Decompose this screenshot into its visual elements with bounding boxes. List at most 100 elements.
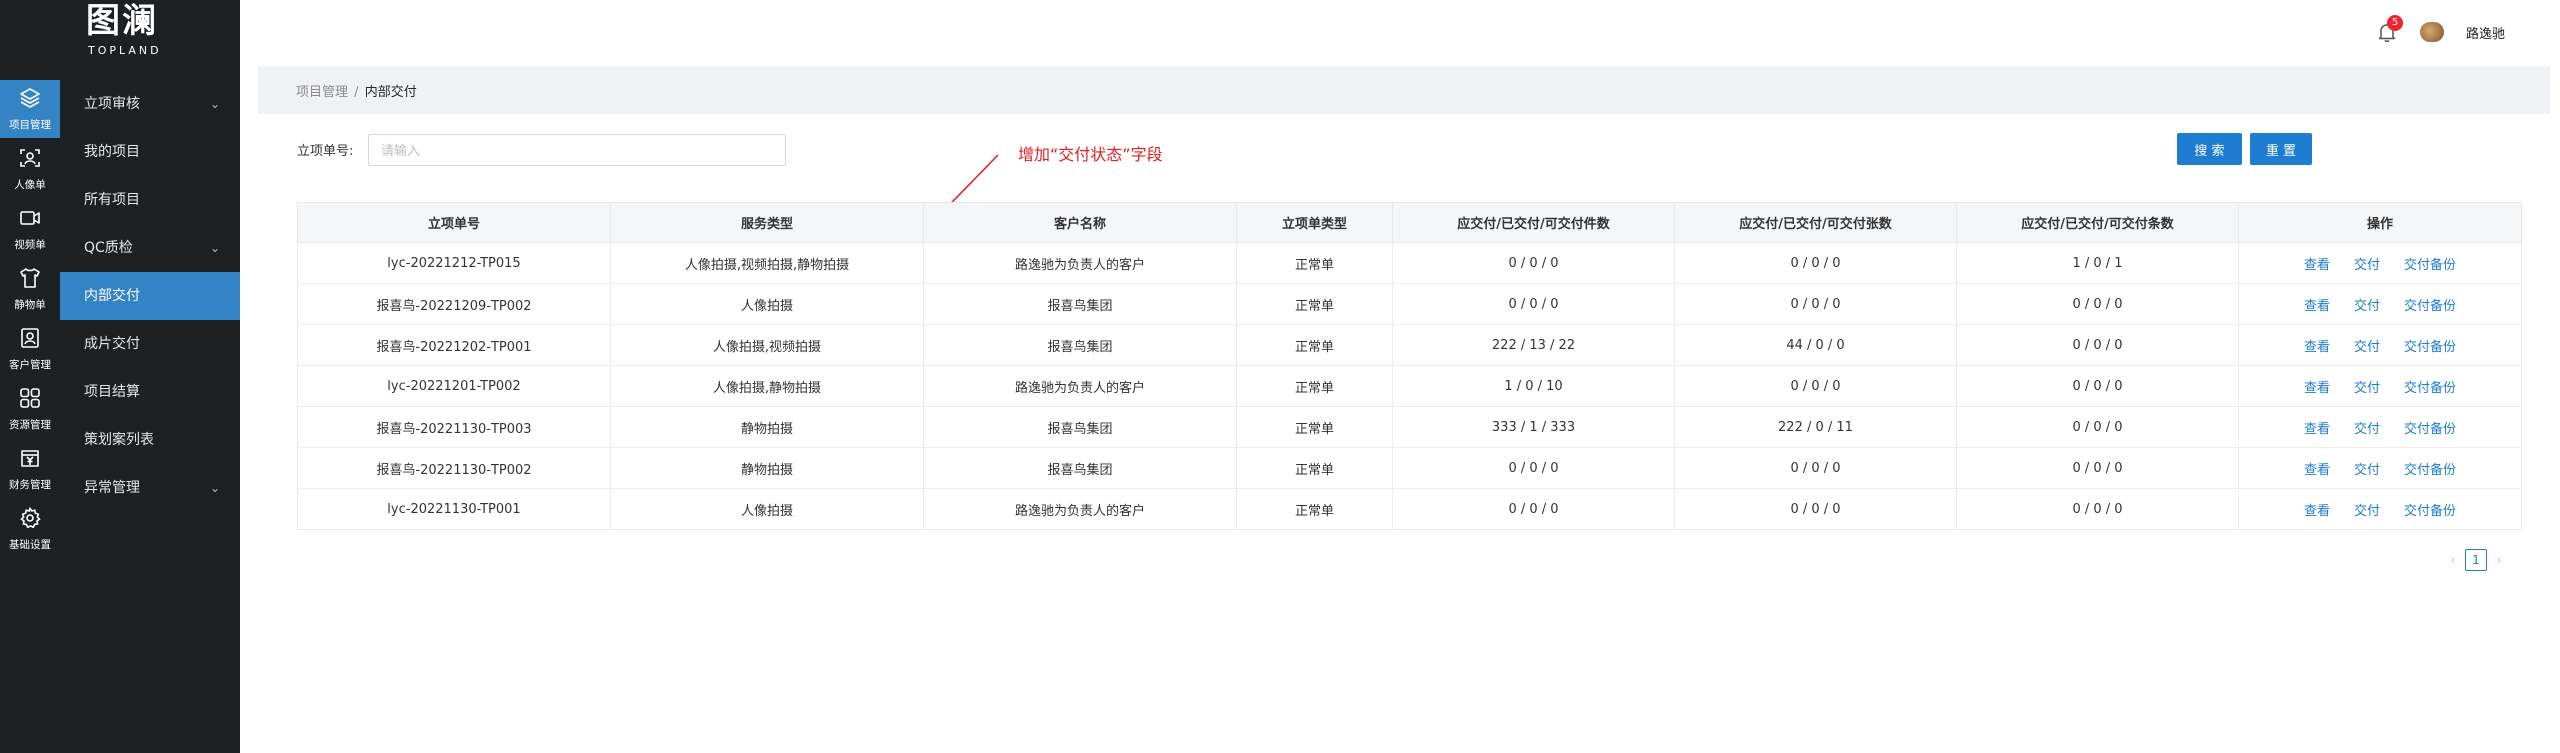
table-cell: 报喜鸟集团	[923, 447, 1237, 489]
delivery-backup-link[interactable]: 交付备份	[2404, 463, 2456, 478]
column-header: 客户名称	[923, 202, 1237, 243]
deliver-link[interactable]: 交付	[2354, 381, 2380, 396]
face-scan-icon	[18, 146, 42, 174]
column-header: 应交付/已交付/可交付张数	[1674, 202, 1957, 243]
menu-item-settlement[interactable]: 项目结算	[60, 368, 240, 416]
menu-item-plans[interactable]: 策划案列表	[60, 416, 240, 464]
menu-item-all-projects[interactable]: 所有项目	[60, 176, 240, 224]
table-cell: 路逸驰为负责人的客户	[923, 242, 1237, 284]
column-header: 立项单类型	[1236, 202, 1393, 243]
table-row: 报喜鸟-20221130-TP002 静物拍摄 报喜鸟集团 正常单 0 / 0 / 00…	[297, 447, 2522, 489]
menu-item-approval[interactable]: 立项审核 ⌄	[60, 80, 240, 128]
rail-item-customer[interactable]: 客户管理	[0, 320, 60, 378]
project-number-input[interactable]	[368, 134, 786, 166]
table-cell: 0 / 0 / 0	[1956, 406, 2239, 448]
deliver-link[interactable]: 交付	[2354, 504, 2380, 519]
table-cell: 报喜鸟集团	[923, 324, 1237, 366]
app-root: 项目管理 人像单 视频单 静物单 客户管理 资源管理 财务管理 基础设置 立项审…	[0, 0, 2560, 753]
chevron-down-icon: ⌄	[209, 97, 220, 111]
view-link[interactable]: 查看	[2304, 381, 2330, 396]
table-cell: 0 / 0 / 0	[1956, 488, 2239, 530]
menu-item-label: 立项审核	[84, 96, 140, 112]
view-link[interactable]: 查看	[2304, 504, 2330, 519]
breadcrumb-separator: /	[354, 85, 359, 100]
table-header-row: 立项单号 服务类型 客户名称 立项单类型 应交付/已交付/可交付件数 应交付/已…	[297, 202, 2522, 243]
rail-item-label: 视频单	[14, 239, 46, 251]
rail-item-resource[interactable]: 资源管理	[0, 380, 60, 438]
menu-item-my-projects[interactable]: 我的项目	[60, 128, 240, 176]
deliver-link[interactable]: 交付	[2354, 422, 2380, 437]
notification-badge: 5	[2387, 15, 2403, 31]
row-actions: 查看 交付 交付备份	[2238, 406, 2522, 448]
table-cell: 0 / 0 / 0	[1392, 447, 1675, 489]
menu-item-exceptions[interactable]: 异常管理 ⌄	[60, 464, 240, 512]
view-link[interactable]: 查看	[2304, 258, 2330, 273]
table-cell: 正常单	[1236, 283, 1393, 325]
menu-item-label: 内部交付	[84, 288, 140, 304]
delivery-backup-link[interactable]: 交付备份	[2404, 381, 2456, 396]
table-cell: 正常单	[1236, 406, 1393, 448]
logo-mark: 图澜	[86, 1, 158, 41]
reset-button[interactable]: 重 置	[2250, 133, 2312, 165]
table-cell: 0 / 0 / 0	[1956, 324, 2239, 366]
rail-item-video[interactable]: 视频单	[0, 200, 60, 258]
search-button[interactable]: 搜 索	[2177, 133, 2242, 165]
column-header: 服务类型	[610, 202, 924, 243]
view-link[interactable]: 查看	[2304, 422, 2330, 437]
table-cell: 人像拍摄,视频拍摄,静物拍摄	[610, 242, 924, 284]
rail-item-project[interactable]: 项目管理	[0, 80, 60, 138]
table-cell: lyc-20221130-TP001	[297, 488, 611, 530]
menu-item-label: 策划案列表	[84, 432, 154, 448]
rail-item-settings[interactable]: 基础设置	[0, 500, 60, 558]
deliver-link[interactable]: 交付	[2354, 340, 2380, 355]
row-actions: 查看 交付 交付备份	[2238, 283, 2522, 325]
table-cell: 路逸驰为负责人的客户	[923, 488, 1237, 530]
table-cell: 人像拍摄,静物拍摄	[610, 365, 924, 407]
chevron-down-icon: ⌄	[209, 481, 220, 495]
delivery-backup-link[interactable]: 交付备份	[2404, 422, 2456, 437]
breadcrumb-parent[interactable]: 项目管理	[296, 85, 348, 100]
delivery-backup-link[interactable]: 交付备份	[2404, 504, 2456, 519]
row-actions: 查看 交付 交付备份	[2238, 242, 2522, 284]
user-name[interactable]: 路逸驰	[2466, 23, 2505, 42]
avatar[interactable]	[2420, 22, 2444, 42]
brand-logo: 图澜 TOPLAND	[60, 0, 240, 62]
delivery-backup-link[interactable]: 交付备份	[2404, 340, 2456, 355]
table-cell: 1 / 0 / 10	[1392, 365, 1675, 407]
table-cell: 0 / 0 / 0	[1674, 447, 1957, 489]
menu-item-label: 所有项目	[84, 192, 140, 208]
rail-item-label: 客户管理	[9, 359, 51, 371]
prev-page-button[interactable]: ‹	[2445, 553, 2461, 567]
table-cell: 正常单	[1236, 365, 1393, 407]
pagination: ‹ 1 ›	[2445, 549, 2507, 571]
breadcrumb-bar: 项目管理 / 内部交付	[258, 66, 2550, 114]
rail-item-finance[interactable]: 财务管理	[0, 440, 60, 498]
rail-item-label: 项目管理	[9, 119, 51, 131]
table-cell: 报喜鸟-20221130-TP002	[297, 447, 611, 489]
menu-item-label: QC质检	[84, 240, 133, 256]
deliver-link[interactable]: 交付	[2354, 299, 2380, 314]
page-number-button[interactable]: 1	[2465, 549, 2487, 571]
deliver-link[interactable]: 交付	[2354, 258, 2380, 273]
view-link[interactable]: 查看	[2304, 463, 2330, 478]
deliver-link[interactable]: 交付	[2354, 463, 2380, 478]
table-row: 报喜鸟-20221209-TP002 人像拍摄 报喜鸟集团 正常单 0 / 0 / 00…	[297, 283, 2522, 325]
table-cell: 222 / 13 / 22	[1392, 324, 1675, 366]
rail-item-stilllife[interactable]: 静物单	[0, 260, 60, 318]
table-cell: 0 / 0 / 0	[1674, 242, 1957, 284]
view-link[interactable]: 查看	[2304, 340, 2330, 355]
breadcrumb: 项目管理 / 内部交付	[296, 81, 417, 100]
delivery-backup-link[interactable]: 交付备份	[2404, 299, 2456, 314]
menu-item-qc[interactable]: QC质检 ⌄	[60, 224, 240, 272]
menu-item-internal-delivery[interactable]: 内部交付	[60, 272, 240, 320]
table-cell: 正常单	[1236, 242, 1393, 284]
annotation-note: 增加“交付状态”字段	[1018, 145, 1163, 164]
menu-item-final-delivery[interactable]: 成片交付	[60, 320, 240, 368]
icon-rail: 项目管理 人像单 视频单 静物单 客户管理 资源管理 财务管理 基础设置	[0, 0, 60, 753]
rail-item-portrait[interactable]: 人像单	[0, 140, 60, 198]
next-page-button[interactable]: ›	[2491, 553, 2507, 567]
view-link[interactable]: 查看	[2304, 299, 2330, 314]
delivery-backup-link[interactable]: 交付备份	[2404, 258, 2456, 273]
row-actions: 查看 交付 交付备份	[2238, 447, 2522, 489]
layers-icon	[18, 86, 42, 114]
